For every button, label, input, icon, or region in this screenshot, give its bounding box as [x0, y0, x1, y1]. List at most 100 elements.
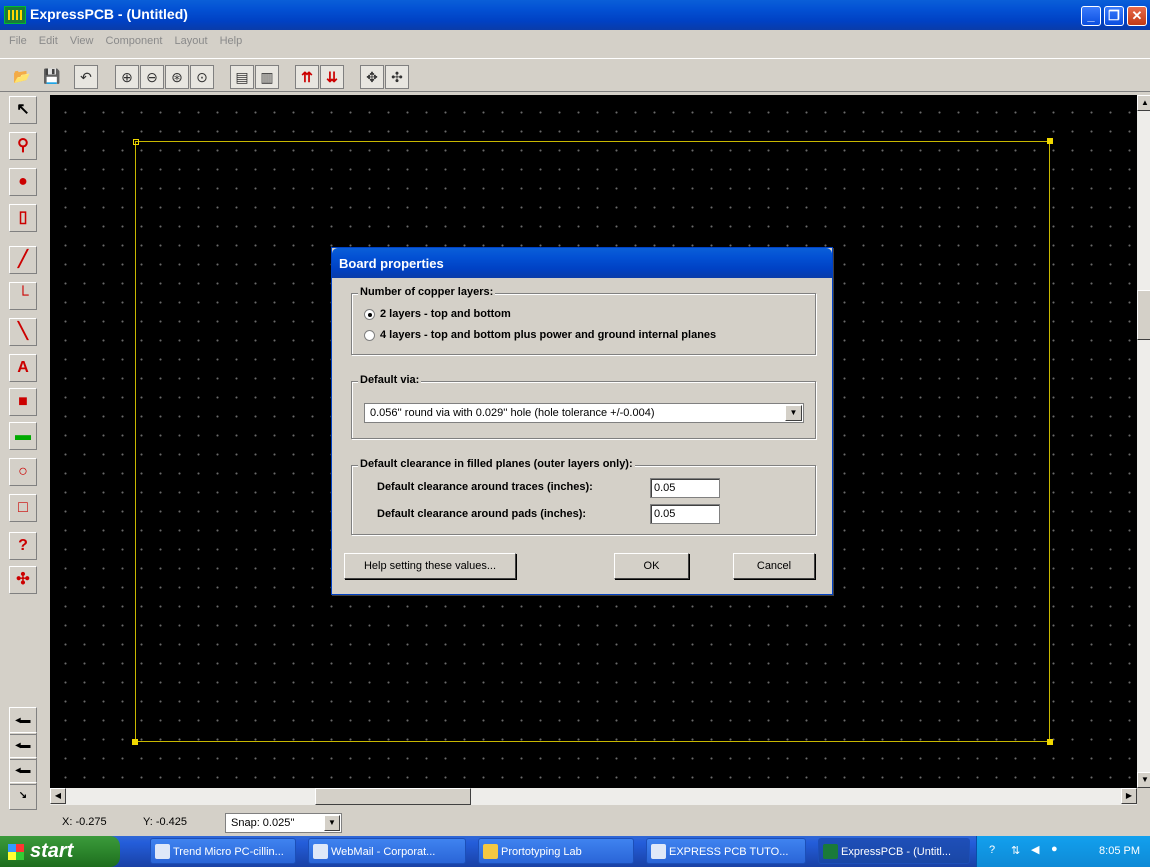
rectangle-tool-icon[interactable]: □ — [9, 494, 37, 522]
task-label: Prortotyping Lab — [501, 846, 582, 858]
diagonal-trace-icon[interactable]: ╲ — [9, 318, 37, 346]
via-select-value: 0.056'' round via with 0.029'' hole (hol… — [370, 407, 655, 419]
circle-tool-icon[interactable]: ○ — [9, 458, 37, 486]
menu-help[interactable]: Help — [220, 35, 243, 47]
scroll-down-icon[interactable]: ▼ — [1137, 772, 1150, 788]
connections-icon[interactable]: ✣ — [9, 566, 37, 594]
radio-2-layers-label: 2 layers - top and bottom — [380, 308, 511, 320]
close-button[interactable]: ✕ — [1127, 6, 1147, 26]
task-expresspcb[interactable]: ExpressPCB - (Untitl... — [818, 838, 970, 864]
system-tray: ? ⇅ ◀ ● 8:05 PM — [976, 836, 1150, 867]
board-corner-handle[interactable] — [1047, 138, 1053, 144]
filled-plane-icon[interactable]: ■ — [9, 388, 37, 416]
rotate-icon[interactable]: ✣ — [385, 65, 409, 89]
trace-corner-icon[interactable]: └ — [9, 282, 37, 310]
task-webmail[interactable]: WebMail - Corporat... — [308, 838, 466, 864]
task-prototyping-lab[interactable]: Prortotyping Lab — [478, 838, 634, 864]
zoom-tool-icon[interactable]: ⚲ — [9, 132, 37, 160]
component-place-icon[interactable]: ▬ — [9, 422, 37, 450]
horizontal-scrollbar[interactable]: ◀ ▶ — [50, 788, 1137, 805]
undo-icon[interactable]: ↶ — [74, 65, 98, 89]
board-properties-icon[interactable]: ▤ — [230, 65, 254, 89]
start-button[interactable]: start — [0, 836, 120, 867]
text-tool-icon[interactable]: A — [9, 354, 37, 382]
cancel-button[interactable]: Cancel — [733, 553, 815, 579]
back-arrow-tray-icon[interactable]: ◀ — [1031, 843, 1039, 856]
status-bar: X: -0.275 Y: -0.425 Snap: 0.025'' ▼ — [0, 808, 1150, 834]
radio-2-layers[interactable]: 2 layers - top and bottom — [364, 308, 511, 320]
dialog-title[interactable]: Board properties — [332, 248, 832, 278]
open-icon[interactable]: 📂 — [10, 65, 34, 89]
component-tool-icon[interactable]: ▯ — [9, 204, 37, 232]
task-express-pcb-tutorial[interactable]: EXPRESS PCB TUTO... — [646, 838, 806, 864]
zoom-in-icon[interactable]: ⊕ — [115, 65, 139, 89]
chevron-down-icon[interactable]: ▼ — [785, 405, 802, 421]
folder-icon — [483, 844, 498, 859]
chevron-down-icon[interactable]: ▼ — [324, 815, 340, 831]
copper-layers-group: Number of copper layers: 2 layers - top … — [351, 286, 816, 355]
menu-component[interactable]: Component — [106, 35, 163, 47]
menu-layout[interactable]: Layout — [174, 35, 207, 47]
default-via-group: Default via: 0.056'' round via with 0.02… — [351, 374, 816, 439]
start-label: start — [30, 840, 74, 862]
messenger-tray-icon[interactable]: ● — [1051, 843, 1058, 855]
scroll-left-icon[interactable]: ◀ — [50, 788, 66, 804]
zoom-out-icon[interactable]: ⊖ — [140, 65, 164, 89]
title-bar[interactable]: ExpressPCB - (Untitled) _ ❐ ✕ — [0, 0, 1150, 30]
part-properties-icon[interactable]: ▥ — [255, 65, 279, 89]
clearance-legend: Default clearance in filled planes (oute… — [358, 458, 635, 470]
help-button[interactable]: Help setting these values... — [344, 553, 516, 579]
horizontal-scroll-thumb[interactable] — [315, 788, 471, 805]
layer-select-2-icon[interactable]: ◂▬ — [9, 732, 37, 760]
radio-4-layers[interactable]: 4 layers - top and bottom plus power and… — [364, 329, 716, 341]
maximize-button[interactable]: ❐ — [1104, 6, 1124, 26]
y-coordinate: Y: -0.425 — [143, 816, 188, 828]
board-properties-dialog: Board properties Number of copper layers… — [331, 247, 833, 595]
traces-clearance-input[interactable]: 0.05 — [650, 478, 720, 498]
layer-top-icon[interactable]: ⇈ — [295, 65, 319, 89]
layer-select-1-icon[interactable]: ◂▬ — [9, 707, 37, 735]
scroll-right-icon[interactable]: ▶ — [1121, 788, 1137, 804]
task-label: EXPRESS PCB TUTO... — [669, 846, 789, 858]
snap-select[interactable]: Snap: 0.025'' ▼ — [225, 813, 342, 833]
network-tray-icon[interactable]: ⇅ — [1011, 844, 1020, 857]
board-corner-handle[interactable] — [1047, 739, 1053, 745]
layer-select-3-icon[interactable]: ◂▬ — [9, 757, 37, 785]
radio-4-layers-label: 4 layers - top and bottom plus power and… — [380, 329, 717, 341]
task-label: ExpressPCB - (Untitl... — [841, 846, 952, 858]
via-select[interactable]: 0.056'' round via with 0.029'' hole (hol… — [364, 403, 804, 423]
scroll-up-icon[interactable]: ▲ — [1137, 95, 1150, 111]
menu-edit[interactable]: Edit — [39, 35, 58, 47]
pads-clearance-label: Default clearance around pads (inches): — [377, 508, 587, 520]
default-via-legend: Default via: — [358, 374, 422, 386]
zoom-previous-icon[interactable]: ⊙ — [190, 65, 214, 89]
x-coordinate: X: -0.275 — [62, 816, 107, 828]
clearance-group: Default clearance in filled planes (oute… — [351, 458, 816, 535]
clock: 8:05 PM — [1099, 845, 1140, 857]
minimize-button[interactable]: _ — [1081, 6, 1101, 26]
snap-value: Snap: 0.025'' — [231, 817, 295, 829]
ok-button[interactable]: OK — [614, 553, 689, 579]
move-icon[interactable]: ✥ — [360, 65, 384, 89]
layer-select-4-icon[interactable]: ↘ — [9, 782, 37, 810]
via-query-icon[interactable]: ? — [9, 532, 37, 560]
pads-clearance-input[interactable]: 0.05 — [650, 504, 720, 524]
pointer-icon[interactable]: ↖ — [9, 96, 37, 124]
menu-file[interactable]: File — [9, 35, 27, 47]
zoom-fit-icon[interactable]: ⊛ — [165, 65, 189, 89]
board-corner-handle[interactable] — [133, 139, 139, 145]
word-icon — [651, 844, 666, 859]
vertical-scrollbar[interactable]: ▲ ▼ — [1137, 95, 1150, 788]
radio-unselected-icon — [364, 329, 375, 341]
vertical-scroll-thumb[interactable] — [1137, 290, 1150, 340]
save-icon[interactable]: 💾 — [40, 65, 64, 89]
help-tray-icon[interactable]: ? — [989, 844, 995, 856]
layer-bottom-icon[interactable]: ⇊ — [320, 65, 344, 89]
trace-tool-icon[interactable]: ╱ — [9, 246, 37, 274]
task-trend-micro[interactable]: Trend Micro PC-cillin... — [150, 838, 296, 864]
radio-selected-icon — [364, 308, 375, 320]
menu-view[interactable]: View — [70, 35, 94, 47]
board-corner-handle[interactable] — [132, 739, 138, 745]
taskbar: start Trend Micro PC-cillin... WebMail -… — [0, 836, 1150, 867]
pad-tool-icon[interactable]: ● — [9, 168, 37, 196]
